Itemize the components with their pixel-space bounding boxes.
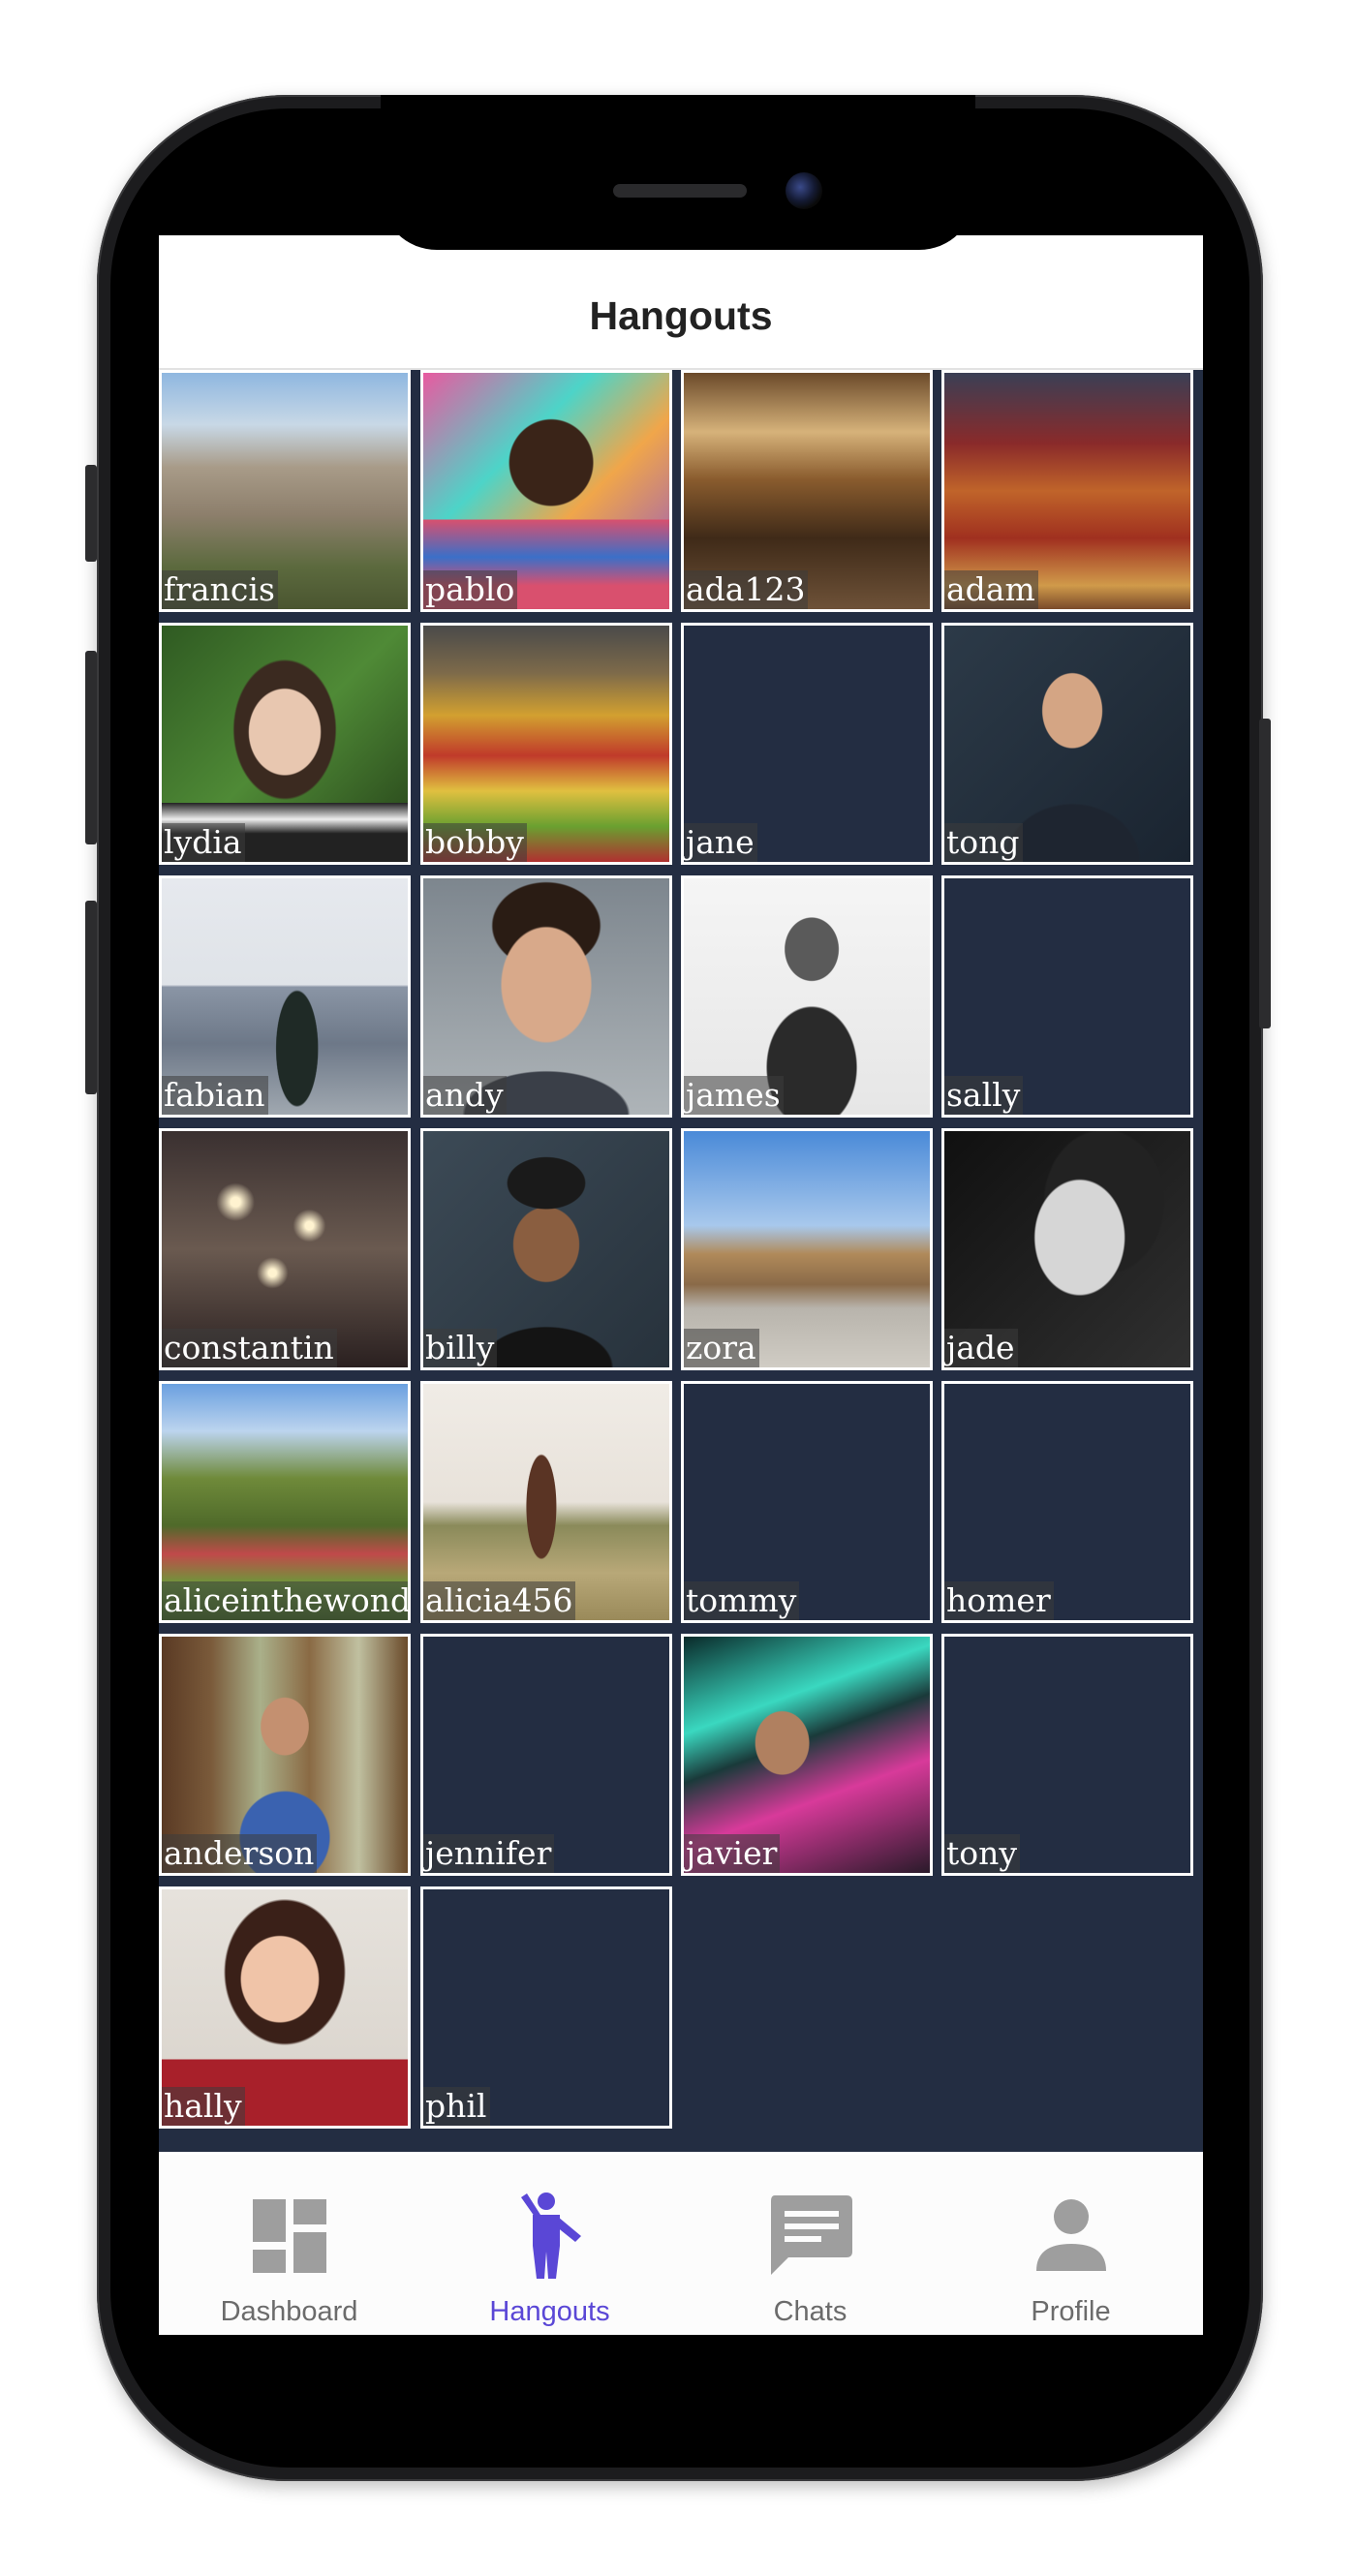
dashboard-icon [252, 2199, 326, 2273]
user-tile-adam[interactable]: adam [941, 370, 1193, 612]
tab-hangouts-label: Hangouts [489, 2296, 610, 2327]
username-label: tong [944, 823, 1023, 862]
user-tile-aliceinthewonde[interactable]: aliceinthewonde [159, 1381, 411, 1623]
user-tile-jennifer[interactable]: jennifer [420, 1634, 672, 1876]
user-tile-bobby[interactable]: bobby [420, 623, 672, 865]
tab-dashboard[interactable]: Dashboard [159, 2155, 419, 2335]
username-label: phil [423, 2087, 490, 2126]
bottom-tab-bar: Dashboard Hangouts Chats Profile [159, 2155, 1203, 2335]
user-tile-javier[interactable]: javier [681, 1634, 933, 1876]
user-tile-tommy[interactable]: tommy [681, 1381, 933, 1623]
username-label: andy [423, 1076, 507, 1115]
tab-dashboard-label: Dashboard [220, 2296, 358, 2327]
volume-up-button [85, 651, 97, 844]
username-label: tommy [684, 1581, 800, 1620]
user-tile-sally[interactable]: sally [941, 875, 1193, 1118]
person-waving-icon [520, 2193, 581, 2279]
user-tile-andy[interactable]: andy [420, 875, 672, 1118]
user-tile-tong[interactable]: tong [941, 623, 1193, 865]
app-screen: Hangouts francis pablo ada123 adam lydia bobb… [159, 235, 1203, 2335]
username-label: jennifer [423, 1834, 555, 1873]
username-label: constantin [162, 1329, 337, 1367]
silent-switch [85, 465, 97, 562]
user-tile-james[interactable]: james [681, 875, 933, 1118]
page-title: Hangouts [589, 293, 773, 338]
user-tile-jane[interactable]: jane [681, 623, 933, 865]
username-label: lydia [162, 823, 245, 862]
user-tile-hally[interactable]: hally [159, 1886, 411, 2129]
username-label: james [684, 1076, 784, 1115]
username-label: jade [944, 1329, 1018, 1367]
username-label: sally [944, 1076, 1024, 1115]
person-icon [1035, 2199, 1106, 2271]
speaker-grille [613, 184, 747, 198]
username-label: anderson [162, 1834, 318, 1873]
user-tile-anderson[interactable]: anderson [159, 1634, 411, 1876]
hangouts-grid: francis pablo ada123 adam lydia bobby jane tong… [159, 370, 1203, 2152]
username-label: alicia456 [423, 1581, 576, 1620]
volume-down-button [85, 901, 97, 1094]
username-label: javier [684, 1834, 781, 1873]
user-tile-zora[interactable]: zora [681, 1128, 933, 1370]
user-tile-billy[interactable]: billy [420, 1128, 672, 1370]
user-tile-phil[interactable]: phil [420, 1886, 672, 2129]
chat-bubble-icon [770, 2195, 852, 2275]
username-label: fabian [162, 1076, 268, 1115]
username-label: jane [684, 823, 757, 862]
notch [381, 95, 975, 250]
tab-hangouts[interactable]: Hangouts [419, 2155, 680, 2335]
user-tile-pablo[interactable]: pablo [420, 370, 672, 612]
tab-chats[interactable]: Chats [680, 2155, 940, 2335]
username-label: francis [162, 570, 278, 609]
username-label: hally [162, 2087, 245, 2126]
user-tile-fabian[interactable]: fabian [159, 875, 411, 1118]
user-tile-alicia456[interactable]: alicia456 [420, 1381, 672, 1623]
front-camera [786, 172, 822, 209]
user-tile-homer[interactable]: homer [941, 1381, 1193, 1623]
username-label: ada123 [684, 570, 809, 609]
username-label: pablo [423, 570, 518, 609]
user-tile-constantin[interactable]: constantin [159, 1128, 411, 1370]
user-tile-jade[interactable]: jade [941, 1128, 1193, 1370]
user-tile-francis[interactable]: francis [159, 370, 411, 612]
username-label: zora [684, 1329, 759, 1367]
username-label: aliceinthewonde [162, 1581, 408, 1620]
username-label: bobby [423, 823, 527, 862]
username-label: adam [944, 570, 1038, 609]
tab-profile-label: Profile [1031, 2296, 1111, 2327]
tab-profile[interactable]: Profile [940, 2155, 1201, 2335]
user-tile-lydia[interactable]: lydia [159, 623, 411, 865]
power-button [1259, 719, 1271, 1028]
user-tile-ada123[interactable]: ada123 [681, 370, 933, 612]
username-label: homer [944, 1581, 1054, 1620]
user-tile-tony[interactable]: tony [941, 1634, 1193, 1876]
username-label: tony [944, 1834, 1021, 1873]
tab-chats-label: Chats [773, 2296, 848, 2327]
username-label: billy [423, 1329, 498, 1367]
app-header: Hangouts [159, 235, 1203, 370]
